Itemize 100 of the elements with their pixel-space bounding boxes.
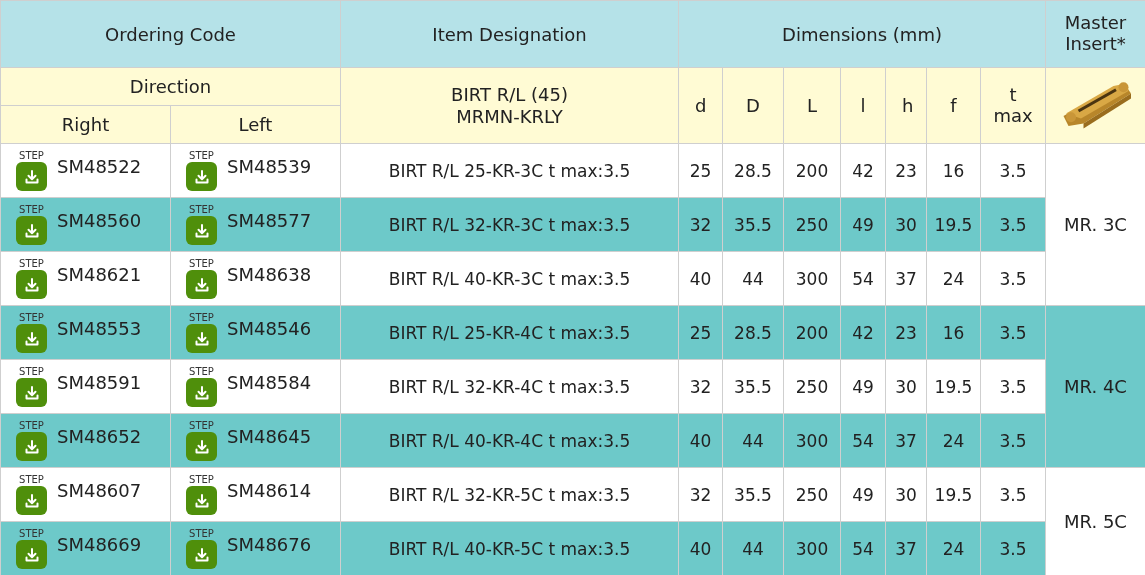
download-button[interactable] [16, 540, 47, 569]
column-header: Item Designation [432, 23, 587, 45]
table-cell: 300 [795, 538, 829, 559]
download-button[interactable] [16, 432, 47, 461]
ordering-code: SM48652 [57, 426, 142, 447]
download-icon [23, 222, 40, 239]
column-header: d [693, 95, 708, 117]
step-label: STEP [19, 150, 44, 161]
table-cell: BIRT R/L 32-KR-4C t max:3.5 [388, 376, 631, 397]
table-cell: 23 [895, 322, 917, 343]
download-icon [23, 276, 40, 293]
column-header: h [900, 95, 915, 117]
table-cell: 3.5 [999, 430, 1027, 451]
table-cell: 32 [689, 484, 712, 505]
table-cell: 3.5 [999, 214, 1027, 235]
table-cell: BIRT R/L 40-KR-5C t max:3.5 [388, 538, 631, 559]
column-header: t max [992, 84, 1034, 127]
table-cell: 300 [795, 430, 829, 451]
table-cell: 200 [795, 322, 829, 343]
table-cell: 40 [689, 268, 712, 289]
table-cell: 3.5 [999, 538, 1027, 559]
ordering-code: SM48614 [227, 480, 312, 501]
table-cell: MR. 4C [1064, 376, 1127, 397]
table-cell: 37 [895, 538, 917, 559]
table-cell: 250 [795, 376, 829, 397]
ordering-code: SM48522 [57, 156, 142, 177]
table-cell: 24 [942, 538, 965, 559]
table-cell: BIRT R/L 32-KR-3C t max:3.5 [388, 214, 631, 235]
download-button[interactable] [186, 216, 217, 245]
table-cell: 30 [895, 214, 917, 235]
table-cell: 42 [852, 322, 874, 343]
download-icon [23, 330, 40, 347]
download-button[interactable] [16, 162, 47, 191]
download-button[interactable] [186, 162, 217, 191]
table-cell: 24 [942, 268, 965, 289]
download-button[interactable] [186, 324, 217, 353]
column-header: BIRT R/L (45) MRMN-KRLY [451, 83, 568, 128]
download-button[interactable] [186, 486, 217, 515]
column-header: Ordering Code [105, 23, 236, 45]
ordering-code: SM48669 [57, 534, 142, 555]
download-icon [193, 438, 210, 455]
step-label: STEP [189, 204, 214, 215]
download-icon [193, 384, 210, 401]
column-header: D [745, 95, 761, 117]
download-icon [23, 492, 40, 509]
download-button[interactable] [16, 216, 47, 245]
table-cell: 28.5 [734, 322, 772, 343]
ordering-code: SM48539 [227, 156, 312, 177]
table-cell: BIRT R/L 40-KR-4C t max:3.5 [388, 430, 631, 451]
download-icon [193, 168, 210, 185]
table-cell: 44 [742, 430, 764, 451]
step-label: STEP [189, 420, 214, 431]
download-icon [23, 438, 40, 455]
table-cell: 19.5 [934, 484, 973, 505]
table-cell: 49 [852, 484, 874, 505]
step-label: STEP [19, 474, 44, 485]
column-header: Left [238, 114, 273, 135]
table-cell: 3.5 [999, 376, 1027, 397]
download-button[interactable] [186, 540, 217, 569]
column-header: L [806, 95, 819, 117]
step-label: STEP [19, 204, 44, 215]
table-cell: 37 [895, 268, 917, 289]
ordering-code: SM48591 [57, 372, 142, 393]
column-header: l [859, 95, 867, 117]
ordering-code: SM48560 [57, 210, 142, 231]
step-label: STEP [19, 420, 44, 431]
download-button[interactable] [16, 270, 47, 299]
step-label: STEP [19, 528, 44, 539]
table-cell: 35.5 [734, 484, 772, 505]
column-header: Dimensions (mm) [782, 23, 942, 45]
step-label: STEP [189, 366, 214, 377]
step-label: STEP [19, 258, 44, 269]
ordering-code: SM48676 [227, 534, 312, 555]
table-cell: 3.5 [999, 322, 1027, 343]
table-cell: 40 [689, 538, 712, 559]
ordering-code: SM48638 [227, 264, 312, 285]
download-button[interactable] [186, 378, 217, 407]
ordering-code: SM48553 [57, 318, 142, 339]
table-cell: BIRT R/L 25-KR-4C t max:3.5 [388, 322, 631, 343]
download-button[interactable] [186, 270, 217, 299]
step-label: STEP [189, 528, 214, 539]
step-label: STEP [19, 366, 44, 377]
table-cell: BIRT R/L 40-KR-3C t max:3.5 [388, 268, 631, 289]
ordering-code: SM48621 [57, 264, 142, 285]
download-button[interactable] [16, 486, 47, 515]
table-cell: 30 [895, 484, 917, 505]
download-button[interactable] [16, 378, 47, 407]
download-button[interactable] [186, 432, 217, 461]
step-label: STEP [189, 474, 214, 485]
table-cell: 35.5 [734, 214, 772, 235]
download-icon [193, 492, 210, 509]
table-cell: MR. 3C [1064, 214, 1127, 235]
column-header: Direction [129, 76, 212, 97]
download-icon [23, 168, 40, 185]
table-cell: MR. 5C [1064, 511, 1127, 532]
table-cell: 16 [942, 160, 965, 181]
table-cell: 200 [795, 160, 829, 181]
download-button[interactable] [16, 324, 47, 353]
table-cell: 23 [895, 160, 917, 181]
step-label: STEP [189, 312, 214, 323]
